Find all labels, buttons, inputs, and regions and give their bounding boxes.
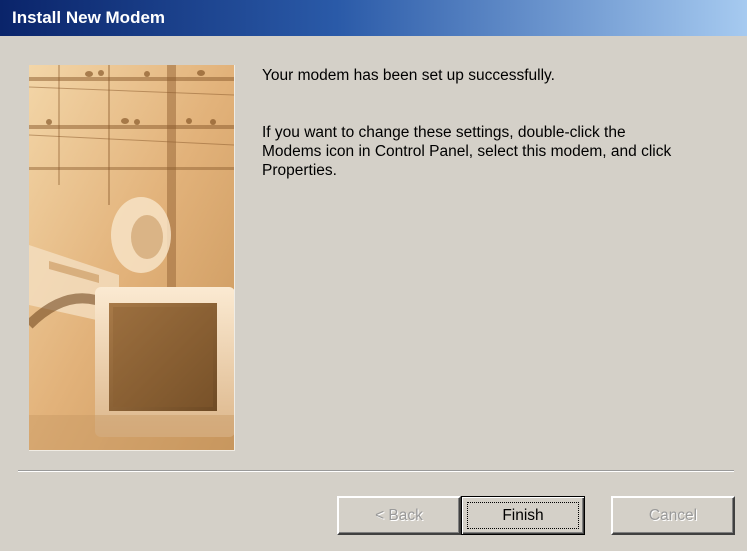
success-message: Your modem has been set up successfully. xyxy=(262,67,555,84)
finish-button[interactable]: Finish xyxy=(461,496,585,535)
instructions-message: If you want to change these settings, do… xyxy=(262,124,672,179)
message-panel: Your modem has been set up successfully.… xyxy=(262,66,722,180)
back-button-label: < Back xyxy=(375,507,423,524)
back-button[interactable]: < Back xyxy=(337,496,461,535)
window-title: Install New Modem xyxy=(12,8,166,27)
install-new-modem-dialog: Install New Modem Your modem has been se… xyxy=(0,0,747,551)
title-bar[interactable]: Install New Modem xyxy=(0,0,747,36)
finish-button-label: Finish xyxy=(502,507,544,524)
modem-wizard-illustration xyxy=(29,65,235,451)
cancel-button-label: Cancel xyxy=(648,507,698,524)
cancel-button[interactable]: Cancel xyxy=(611,496,735,535)
separator xyxy=(18,470,734,472)
